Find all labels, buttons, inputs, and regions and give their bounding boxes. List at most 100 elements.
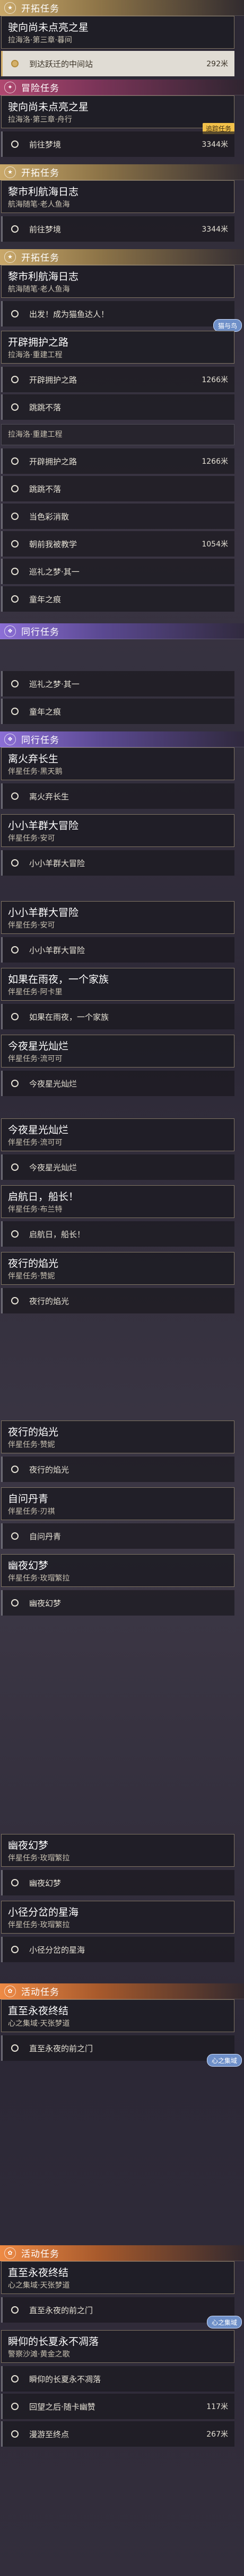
quest-card[interactable]: 离火弃长生 伴星任务·黑天鹅 (1, 747, 234, 780)
section-header-main[interactable]: ★ 开拓任务 (0, 249, 244, 265)
quest-title: 黎市利航海日志 (8, 271, 79, 283)
quest-objective[interactable]: 出发！成为猫鱼达人！ (1, 301, 234, 327)
quest-card[interactable]: 瞬仰的长夏永不凋落 警察沙滩·黄金之歌 (1, 2330, 234, 2363)
quest-objective[interactable]: 小小羊群大冒险 (1, 937, 234, 963)
quest-card[interactable]: 幽夜幻梦 伴星任务·玫瑁繁拉 (1, 1834, 234, 1867)
quest-card[interactable]: 驶向尚未点亮之星 拉海洛·第三章·舟行 (1, 95, 234, 128)
objective-marker-icon (11, 310, 19, 317)
quest-objective[interactable]: 当色彩消散 (1, 504, 234, 529)
objective-text: 巡礼之梦·其一 (29, 567, 80, 577)
quest-objective[interactable]: 到达跃迁的中间站 292米 (1, 51, 234, 76)
quest-objective[interactable]: 夜行的焰光 (1, 1288, 234, 1313)
quest-objective[interactable]: 跳跳不落 (1, 394, 234, 420)
quest-objective[interactable]: 直至永夜的前之门 (1, 2035, 234, 2061)
quest-card[interactable]: 今夜星光灿烂 伴星任务·流可可 (1, 1118, 234, 1151)
quest-objective[interactable]: 开辟拥护之路 1266米 (1, 367, 234, 392)
quest-objective[interactable]: 如果在雨夜，一个家族 (1, 1004, 234, 1029)
location-bubble[interactable]: 猫与鸟 (213, 319, 242, 332)
quest-subtitle: 航海随笔·老人鱼海 (8, 285, 70, 294)
section-header-companion[interactable]: ❖ 同行任务 (0, 731, 244, 747)
objective-text: 如果在雨夜，一个家族 (29, 1012, 109, 1022)
quest-objective[interactable]: 夜行的焰光 (1, 1457, 234, 1482)
quest-card[interactable]: 夜行的焰光 伴星任务·赞妮 (1, 1252, 234, 1285)
quest-subtitle: 伴星任务·安可 (8, 921, 55, 930)
location-bubble[interactable]: 心之集域 (206, 2316, 242, 2328)
objective-marker-icon (11, 2044, 19, 2052)
section-header-main[interactable]: ★ 开拓任务 (0, 164, 244, 180)
quest-subtitle: 心之集域·天张梦道 (8, 2019, 70, 2028)
quest-card[interactable]: 直至永夜终结 心之集域·天张梦道 (1, 2261, 234, 2294)
quest-card[interactable]: 直至永夜终结 心之集域·天张梦道 (1, 1999, 234, 2032)
quest-objective[interactable]: 今夜星光灿烂 (1, 1071, 234, 1096)
quest-objective[interactable]: 自问丹青 (1, 1523, 234, 1549)
section-label: 活动任务 (21, 2249, 59, 2260)
quest-objective[interactable]: 漫游至终点 267米 (1, 2421, 234, 2447)
quest-objective[interactable]: 巡礼之梦·其一 (1, 559, 234, 584)
objective-text: 开辟拥护之路 (29, 456, 77, 466)
quest-card[interactable]: 拉海洛·重建工程 (1, 424, 234, 445)
objective-marker-icon (11, 946, 19, 954)
quest-objective[interactable]: 离火弃长生 (1, 783, 234, 809)
section-header-side[interactable]: ✦ 冒险任务 (0, 80, 244, 95)
objective-marker-icon (11, 1230, 19, 1238)
location-bubble[interactable]: 心之集域 (206, 2054, 242, 2067)
quest-card[interactable]: 自问丹青 伴星任务·刃祺 (1, 1487, 234, 1520)
quest-objective[interactable]: 巡礼之梦·其一 (1, 671, 234, 696)
quest-objective[interactable]: 前往梦境 3344米 (1, 216, 234, 242)
objective-distance: 3344米 (202, 140, 228, 149)
objective-text: 直至永夜的前之门 (29, 2305, 93, 2315)
objective-marker-icon (11, 859, 19, 867)
star-icon: ★ (4, 2, 16, 14)
quest-objective[interactable]: 幽夜幻梦 (1, 1870, 234, 1895)
quest-card[interactable]: 开辟拥护之路 拉海洛·重建工程 (1, 331, 234, 364)
quest-objective[interactable]: 直至永夜的前之门 (1, 2297, 234, 2323)
objective-text: 今夜星光灿烂 (29, 1162, 77, 1172)
quest-objective[interactable]: 启航日，船长！ (1, 1221, 234, 1247)
quest-card[interactable]: 启航日，船长！ 伴星任务·布兰特 (1, 1185, 234, 1218)
quest-title: 今夜星光灿烂 (8, 1040, 69, 1052)
quest-subtitle: 拉海洛·重建工程 (8, 351, 63, 359)
section-label: 开拓任务 (21, 4, 59, 14)
quest-objective[interactable]: 小小羊群大冒险 (1, 850, 234, 876)
quest-card[interactable]: 小径分岔的星海 伴星任务·玫瑁繁拉 (1, 1901, 234, 1934)
quest-subtitle: 伴星任务·玫瑁繁拉 (8, 1921, 70, 1929)
section-header-main[interactable]: ★ 开拓任务 (0, 0, 244, 16)
quest-card[interactable]: 小小羊群大冒险 伴星任务·安可 (1, 901, 234, 934)
quest-objective[interactable]: 瞬仰的长夏永不凋落 (1, 2366, 234, 2392)
quest-objective[interactable]: 开辟拥护之路 1266米 (1, 448, 234, 474)
quest-card[interactable]: 小小羊群大冒险 伴星任务·安可 (1, 814, 234, 847)
quest-card[interactable]: 幽夜幻梦 伴星任务·玫瑁繁拉 (1, 1554, 234, 1587)
adventure-icon: ✦ (4, 81, 16, 93)
quest-card[interactable]: 驶向尚未点亮之星 拉海洛·第三章·暮间 (1, 16, 234, 49)
quest-objective[interactable]: 前往梦境 3344米 (1, 131, 234, 157)
quest-objective[interactable]: 跳跳不落 (1, 476, 234, 501)
companion-icon: ❖ (4, 733, 16, 745)
section-header-event[interactable]: ✿ 活动任务 (0, 2245, 244, 2261)
section-label: 同行任务 (21, 735, 59, 746)
objective-text: 童年之痕 (29, 594, 62, 604)
section-header-companion[interactable]: ❖ 同行任务 (0, 623, 244, 639)
objective-text: 朝前我被教学 (29, 539, 77, 549)
quest-objective[interactable]: 朝前我被教学 1054米 (1, 531, 234, 557)
objective-marker-icon (11, 376, 19, 383)
quest-title: 如果在雨夜，一个家族 (8, 974, 109, 985)
quest-card[interactable]: 夜行的焰光 伴星任务·赞妮 (1, 1421, 234, 1453)
quest-title: 瞬仰的长夏永不凋落 (8, 2336, 99, 2348)
quest-objective[interactable]: 回望之后·随卡幽赞 117米 (1, 2394, 234, 2419)
quest-objective[interactable]: 今夜星光灿烂 (1, 1154, 234, 1180)
objective-text: 启航日，船长！ (29, 1229, 85, 1239)
quest-card[interactable]: 黎市利航海日志 航海随笔·老人鱼海 (1, 265, 234, 298)
objective-distance: 1266米 (202, 376, 228, 384)
quest-objective[interactable]: 幽夜幻梦 (1, 1590, 234, 1616)
star-icon: ★ (4, 251, 16, 263)
quest-objective[interactable]: 童年之痕 (1, 586, 234, 612)
quest-title: 直至永夜终结 (8, 2005, 69, 2017)
quest-card[interactable]: 黎市利航海日志 航海随笔·老人鱼海 (1, 180, 234, 213)
quest-card[interactable]: 今夜星光灿烂 伴星任务·流可可 (1, 1035, 234, 1068)
quest-objective[interactable]: 童年之痕 (1, 699, 234, 724)
companion-icon: ❖ (4, 625, 16, 637)
quest-objective[interactable]: 小径分岔的星海 (1, 1937, 234, 1962)
quest-card[interactable]: 如果在雨夜，一个家族 伴星任务·阿卡里 (1, 968, 234, 1001)
objective-distance: 267米 (206, 2430, 228, 2439)
section-header-event[interactable]: ✿ 活动任务 (0, 1983, 244, 1999)
